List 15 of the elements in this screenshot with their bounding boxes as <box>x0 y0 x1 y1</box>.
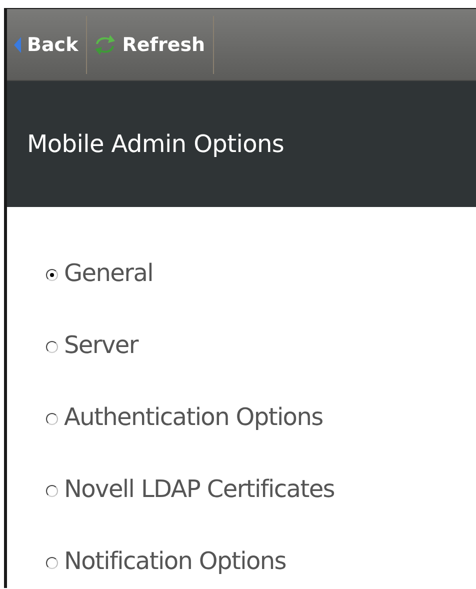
option-label[interactable]: General <box>46 255 153 291</box>
refresh-icon <box>93 34 118 56</box>
back-button[interactable]: Back <box>7 16 88 74</box>
radio-button[interactable] <box>46 413 58 425</box>
option-label[interactable]: Notification Options <box>46 543 286 579</box>
option-label[interactable]: Novell LDAP Certificates <box>46 471 334 507</box>
option-label[interactable]: Server <box>46 327 138 363</box>
radio-button[interactable] <box>46 341 58 353</box>
radio-button[interactable] <box>46 485 58 497</box>
page-title: Mobile Admin Options <box>27 130 284 158</box>
refresh-button[interactable]: Refresh <box>87 16 214 74</box>
radio-button[interactable] <box>46 269 58 281</box>
option-label[interactable]: Authentication Options <box>46 399 323 435</box>
back-arrow-icon <box>13 36 22 54</box>
radio-button[interactable] <box>46 557 58 569</box>
